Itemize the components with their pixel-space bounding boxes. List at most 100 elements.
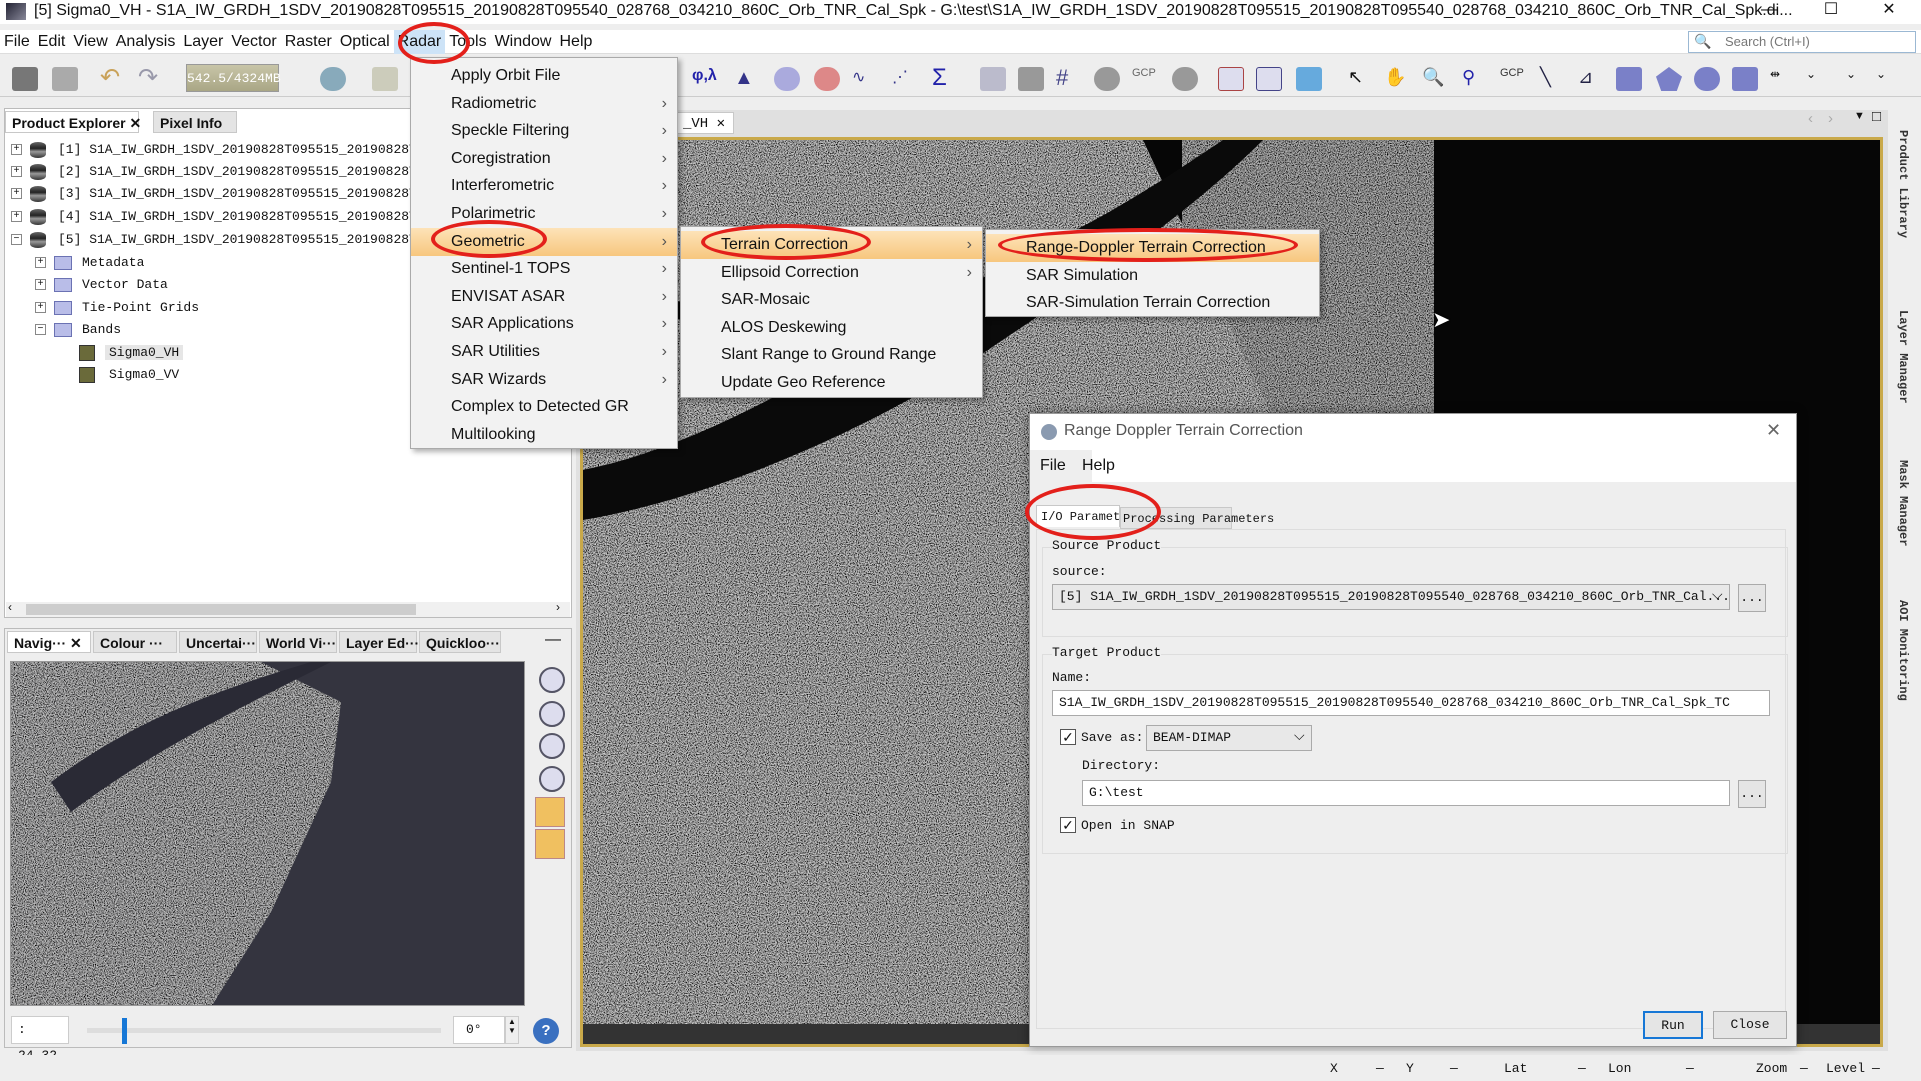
gcp-placing-icon[interactable]: GCP bbox=[1500, 67, 1526, 91]
zoom-all-icon[interactable] bbox=[539, 766, 565, 792]
pin-placing-icon[interactable]: ⚲ bbox=[1462, 67, 1488, 91]
source-product-select[interactable]: [5] S1A_IW_GRDH_1SDV_20190828T095515_201… bbox=[1052, 584, 1730, 610]
tree-folder[interactable]: + Vector Data bbox=[35, 274, 168, 296]
tab-colour[interactable]: Colour ··· bbox=[93, 631, 177, 653]
menu-analysis[interactable]: Analysis bbox=[112, 30, 180, 54]
rotation-field[interactable]: 0° bbox=[453, 1016, 505, 1044]
collapse-icon[interactable]: − bbox=[35, 324, 46, 336]
menu-optical[interactable]: Optical bbox=[336, 30, 394, 54]
slider-thumb[interactable] bbox=[122, 1018, 128, 1044]
tab-image-view[interactable]: _VH ✕ bbox=[676, 112, 734, 134]
terrain-item-sar-simulation[interactable]: SAR Simulation bbox=[986, 262, 1319, 290]
information-icon[interactable] bbox=[774, 67, 800, 91]
radar-item-sar-utilities[interactable]: SAR Utilities › bbox=[411, 338, 677, 366]
tab-world-view[interactable]: World Vi··· bbox=[259, 631, 337, 653]
navigation-overview-image[interactable] bbox=[10, 661, 525, 1006]
scroll-left-icon[interactable]: ‹ bbox=[8, 600, 12, 614]
open-product-icon[interactable] bbox=[12, 67, 38, 91]
directory-input[interactable]: G:\test bbox=[1082, 780, 1730, 806]
toolbar-overflow-icon[interactable]: ⌄ bbox=[1876, 67, 1902, 91]
tree-folder[interactable]: + Tie-Point Grids bbox=[35, 297, 199, 319]
radar-item-sar-applications[interactable]: SAR Applications › bbox=[411, 310, 677, 338]
menu-edit[interactable]: Edit bbox=[34, 30, 70, 54]
minimize-button[interactable]: — bbox=[1746, 0, 1792, 22]
expand-icon[interactable]: + bbox=[11, 188, 22, 200]
save-product-icon[interactable] bbox=[52, 67, 78, 91]
help-icon[interactable]: ? bbox=[533, 1018, 559, 1044]
plugin-icon[interactable] bbox=[372, 67, 398, 91]
geometric-item-sar-mosaic[interactable]: SAR-Mosaic bbox=[681, 286, 982, 314]
product-library-tab[interactable]: Product Library bbox=[1896, 130, 1910, 238]
tab-layer-editor[interactable]: Layer Ed··· bbox=[339, 631, 419, 653]
source-browse-button[interactable]: ... bbox=[1738, 584, 1766, 612]
search-input[interactable]: Search (Ctrl+I) bbox=[1688, 31, 1916, 53]
target-name-input[interactable]: S1A_IW_GRDH_1SDV_20190828T095515_2019082… bbox=[1052, 690, 1770, 716]
save-as-checkbox[interactable]: ✓ bbox=[1060, 729, 1076, 745]
pin-icon[interactable] bbox=[1094, 67, 1120, 91]
expand-icon[interactable]: + bbox=[35, 257, 46, 269]
radar-item-sar-wizards[interactable]: SAR Wizards › bbox=[411, 366, 677, 394]
histogram-icon[interactable]: ▲ bbox=[734, 67, 760, 91]
radar-item-radiometric[interactable]: Radiometric › bbox=[411, 90, 677, 118]
profile-plot-icon[interactable]: ∿ bbox=[852, 67, 878, 91]
line-tool-icon[interactable]: ╲ bbox=[1540, 67, 1566, 91]
tab-uncertainty[interactable]: Uncertai··· bbox=[179, 631, 257, 653]
collapse-icon[interactable]: − bbox=[11, 234, 22, 246]
menu-view[interactable]: View bbox=[69, 30, 111, 54]
polyline-tool-icon[interactable]: ⊿ bbox=[1578, 67, 1604, 91]
polygon-tool-icon[interactable] bbox=[1656, 67, 1682, 91]
zoom-slider[interactable] bbox=[87, 1018, 441, 1044]
gc-icon[interactable] bbox=[320, 67, 346, 91]
tree-folder[interactable]: + Metadata bbox=[35, 252, 144, 274]
tab-navigation[interactable]: Navig··· ✕ bbox=[7, 631, 91, 653]
aoi-monitoring-tab[interactable]: AOI Monitoring bbox=[1896, 600, 1910, 701]
menu-raster[interactable]: Raster bbox=[281, 30, 336, 54]
graticule-icon[interactable]: # bbox=[1056, 67, 1082, 91]
menu-help[interactable]: Help bbox=[555, 30, 596, 54]
terrain-item-sar-simulation-terrain-correction[interactable]: SAR-Simulation Terrain Correction bbox=[986, 289, 1319, 317]
tree-band[interactable]: Sigma0_VH bbox=[79, 342, 184, 364]
scroll-right-icon[interactable]: › bbox=[556, 600, 560, 614]
menu-window[interactable]: Window bbox=[491, 30, 556, 54]
world-wind-icon[interactable] bbox=[1296, 67, 1322, 91]
tab-pixel-info[interactable]: Pixel Info bbox=[153, 111, 237, 133]
expand-icon[interactable]: + bbox=[35, 302, 46, 314]
format-select[interactable]: BEAM-DIMAP bbox=[1146, 725, 1312, 751]
zoom-in-icon[interactable] bbox=[539, 667, 565, 693]
maximize-button[interactable]: ☐ bbox=[1808, 0, 1854, 22]
geometric-item-update-geo-reference[interactable]: Update Geo Reference bbox=[681, 369, 982, 397]
tree-folder[interactable]: − Bands bbox=[35, 319, 121, 341]
redo-icon[interactable]: ↷ bbox=[138, 66, 164, 91]
zoom-factor-field[interactable]: : 24.32 bbox=[11, 1016, 69, 1063]
scatter-plot-icon[interactable]: ⋰ bbox=[892, 67, 918, 91]
rectangle-tool-icon[interactable] bbox=[1616, 67, 1642, 91]
dialog-menu-file[interactable]: File bbox=[1040, 457, 1066, 475]
tree-product[interactable]: − [5] S1A_IW_GRDH_1SDV_20190828T095515_20… bbox=[11, 229, 425, 251]
geo-coding-icon[interactable]: φ,λ bbox=[692, 67, 718, 91]
scroll-tabs-left-icon[interactable]: ‹ bbox=[1808, 110, 1813, 127]
sync-cursor-icon[interactable] bbox=[535, 829, 565, 859]
zoom-out-icon[interactable] bbox=[539, 701, 565, 727]
expand-icon[interactable]: + bbox=[35, 279, 46, 291]
ellipse-tool-icon[interactable] bbox=[1694, 67, 1720, 91]
run-button[interactable]: Run bbox=[1643, 1011, 1703, 1039]
memory-indicator[interactable]: 542.5/4324MB bbox=[186, 64, 281, 92]
expand-icon[interactable]: + bbox=[11, 166, 22, 178]
radar-item-sentinel-1-tops[interactable]: Sentinel-1 TOPS › bbox=[411, 255, 677, 283]
menu-file[interactable]: File bbox=[0, 30, 34, 54]
gcp-manager-icon[interactable]: GCP bbox=[1132, 67, 1158, 91]
geometric-item-ellipsoid-correction[interactable]: Ellipsoid Correction › bbox=[681, 259, 982, 287]
new-vector-icon[interactable] bbox=[1732, 67, 1758, 91]
pan-tool-icon[interactable]: ✋ bbox=[1384, 67, 1410, 91]
sync-views-icon[interactable] bbox=[535, 797, 565, 827]
radar-item-coregistration[interactable]: Coregistration › bbox=[411, 145, 677, 173]
menu-layer[interactable]: Layer bbox=[179, 30, 227, 54]
tree-band[interactable]: Sigma0_VV bbox=[79, 364, 183, 386]
mask-icon[interactable] bbox=[1018, 67, 1044, 91]
menu-vector[interactable]: Vector bbox=[227, 30, 280, 54]
radar-item-multilooking[interactable]: Multilooking bbox=[411, 421, 677, 449]
select-tool-icon[interactable]: ↖ bbox=[1348, 67, 1374, 91]
radar-item-complex-to-detected-gr[interactable]: Complex to Detected GR bbox=[411, 393, 677, 421]
tab-product-explorer[interactable]: Product Explorer ✕ bbox=[5, 111, 141, 133]
tree-product[interactable]: + [4] S1A_IW_GRDH_1SDV_20190828T095515_20… bbox=[11, 206, 425, 228]
